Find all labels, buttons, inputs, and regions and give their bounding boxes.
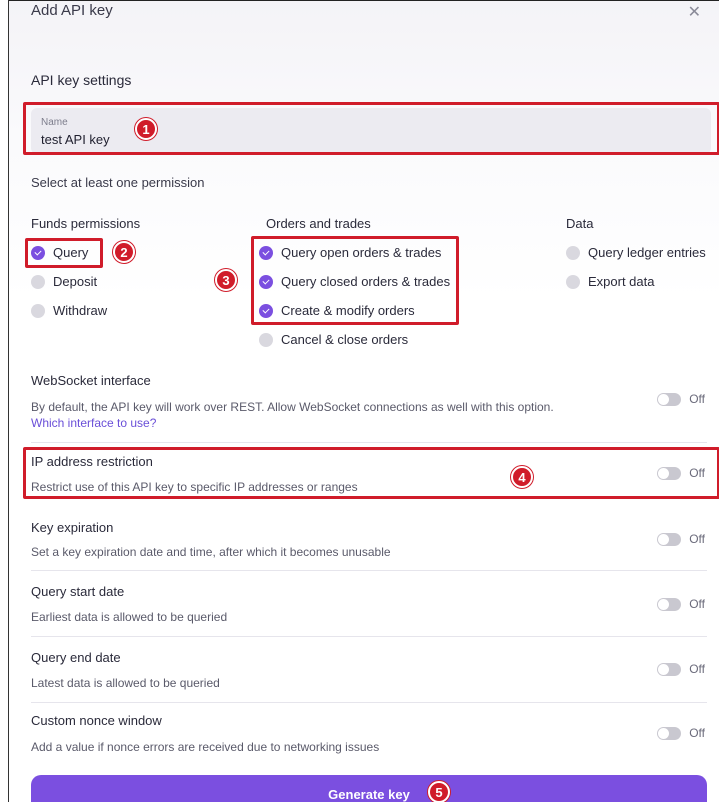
custom-nonce-desc: Add a value if nonce errors are received…: [31, 740, 380, 754]
websocket-help-link[interactable]: Which interface to use?: [31, 416, 156, 430]
checkbox-unchecked-icon: [31, 303, 45, 318]
key-expiration-toggle[interactable]: Off: [657, 532, 705, 546]
key-expiration-title: Key expiration: [31, 520, 114, 535]
custom-nonce-title: Custom nonce window: [31, 713, 162, 728]
websocket-title: WebSocket interface: [31, 373, 151, 388]
toggle-label: Off: [689, 597, 705, 611]
toggle-off-icon: [657, 662, 682, 676]
perm-export-data[interactable]: Export data: [566, 274, 655, 289]
top-border: [9, 0, 719, 1]
query-start-date-toggle[interactable]: Off: [657, 597, 705, 611]
perm-label: Query ledger entries: [588, 245, 706, 260]
custom-nonce-toggle[interactable]: Off: [657, 726, 705, 740]
checkbox-unchecked-icon: [566, 274, 580, 289]
permissions-prompt: Select at least one permission: [31, 175, 205, 190]
generate-key-label: Generate key: [328, 787, 410, 802]
toggle-label: Off: [689, 392, 705, 406]
perm-cancel-close-orders[interactable]: Cancel & close orders: [259, 332, 408, 347]
toggle-off-icon: [657, 597, 682, 611]
annotation-badge-1: 1: [135, 118, 157, 140]
perm-query-ledger-entries[interactable]: Query ledger entries: [566, 245, 706, 260]
checkbox-unchecked-icon: [566, 245, 580, 260]
section-title: API key settings: [31, 72, 132, 88]
websocket-toggle[interactable]: Off: [657, 392, 705, 406]
annotation-box-2: [25, 238, 103, 268]
checkbox-unchecked-icon: [31, 274, 45, 289]
toggle-off-icon: [657, 392, 682, 406]
checkbox-unchecked-icon: [259, 332, 273, 347]
query-end-date-toggle[interactable]: Off: [657, 662, 705, 676]
query-end-date-title: Query end date: [31, 650, 121, 665]
annotation-box-3: [251, 236, 459, 325]
divider: [31, 442, 707, 443]
toggle-label: Off: [689, 532, 705, 546]
perm-label: Export data: [588, 274, 655, 289]
divider: [31, 570, 707, 571]
query-end-date-desc: Latest data is allowed to be queried: [31, 676, 220, 690]
websocket-desc: By default, the API key will work over R…: [31, 400, 554, 414]
orders-trades-heading: Orders and trades: [266, 216, 371, 231]
toggle-off-icon: [657, 726, 682, 740]
perm-deposit[interactable]: Deposit: [31, 274, 97, 289]
annotation-badge-2: 2: [113, 241, 135, 263]
close-icon[interactable]: ✕: [688, 2, 701, 22]
toggle-label: Off: [689, 662, 705, 676]
perm-label: Deposit: [53, 274, 98, 289]
perm-label: Withdraw: [53, 303, 108, 318]
dialog-title: Add API key: [31, 2, 113, 19]
annotation-badge-5: 5: [428, 781, 450, 802]
funds-permissions-heading: Funds permissions: [31, 216, 141, 231]
annotation-box-1: [23, 102, 719, 155]
toggle-off-icon: [657, 532, 682, 546]
divider: [31, 636, 707, 637]
perm-label: Cancel & close orders: [281, 332, 409, 347]
annotation-box-4: [23, 447, 719, 499]
toggle-label: Off: [689, 726, 705, 740]
perm-withdraw[interactable]: Withdraw: [31, 303, 107, 318]
annotation-badge-4: 4: [511, 466, 533, 488]
key-expiration-desc: Set a key expiration date and time, afte…: [31, 545, 391, 559]
query-start-date-desc: Earliest data is allowed to be queried: [31, 610, 228, 624]
add-api-key-dialog: Add API key ✕ API key settings Name 1 Se…: [8, 0, 719, 802]
annotation-badge-3: 3: [215, 269, 237, 291]
query-start-date-title: Query start date: [31, 584, 125, 599]
data-heading: Data: [566, 216, 594, 231]
generate-key-button[interactable]: Generate key: [31, 775, 707, 802]
divider: [31, 702, 707, 703]
